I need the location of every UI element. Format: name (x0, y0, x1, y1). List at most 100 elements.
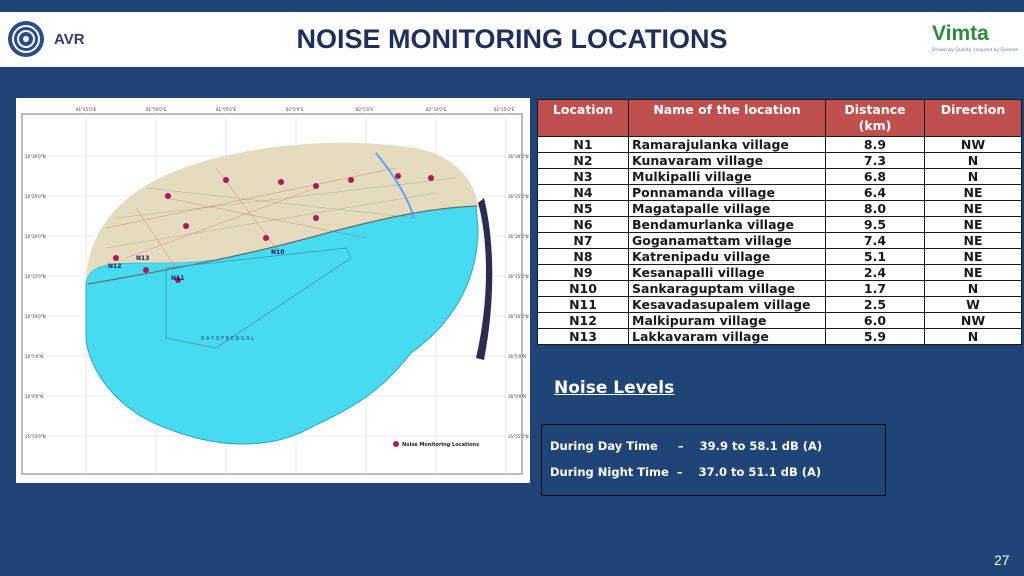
monitoring-locations-table: Location Name of the location Distance (… (537, 99, 1022, 345)
table-cell: N5 (537, 200, 629, 217)
map-side-tick: 16°15'0"N (508, 274, 529, 279)
vimta-logo-tagline: Driven by Quality, Inspired by Science (932, 48, 1019, 53)
table-cell: NE (924, 200, 1022, 217)
table-cell: Goganamattam village (628, 232, 826, 249)
map-side-tick: 16°30'0"N (508, 154, 529, 159)
table-cell: N9 (537, 264, 629, 281)
table-row: N7 Goganamattam village 7.4 NE (537, 232, 1022, 249)
table-cell: Ramarajulanka village (628, 136, 826, 153)
table-cell: W (924, 296, 1022, 313)
table-cell: Magatapalle village (628, 200, 826, 217)
map-graphic: 81°45'0"E 81°50'0"E 81°55'0"E 82°0'0"E 8… (21, 107, 529, 475)
table-row: N6 Bendamurlanka village 9.5 NE (537, 216, 1022, 233)
table-cell: 9.5 (825, 216, 925, 233)
map-side-tick: 16°0'0"N (508, 394, 526, 399)
table-cell: N11 (537, 296, 629, 313)
map-point (263, 235, 269, 241)
page-number: 27 (994, 552, 1010, 568)
table-cell: N10 (537, 280, 629, 297)
map-point-label: N10 (271, 249, 284, 256)
map-side-tick: 16°30'0"N (25, 154, 46, 159)
column-header: Name of the location (628, 99, 826, 137)
noise-levels-box: During Day Time – 39.9 to 58.1 dB (A) Du… (541, 424, 886, 496)
table-cell: N1 (537, 136, 629, 153)
table-cell: Ponnamanda village (628, 184, 826, 201)
map-point-label: N13 (136, 255, 149, 262)
column-header: Location (537, 99, 629, 137)
map-sea-label: B A Y O F B E N G A L (201, 336, 254, 342)
table-cell: 1.7 (825, 280, 925, 297)
table-cell: NE (924, 248, 1022, 265)
table-cell: 6.4 (825, 184, 925, 201)
table-cell: 6.8 (825, 168, 925, 185)
map-top-tick: 82°0'0"E (286, 107, 304, 112)
table-cell: 7.3 (825, 152, 925, 169)
table-cell: N (924, 328, 1022, 345)
map-point (313, 183, 319, 189)
table-row: N2 Kunavaram village 7.3 N (537, 152, 1022, 169)
table-cell: N7 (537, 232, 629, 249)
table-cell: Mulkipalli village (628, 168, 826, 185)
map-point (143, 267, 149, 273)
map-point (165, 193, 171, 199)
table-cell: N8 (537, 248, 629, 265)
map-top-tick: 82°5'0"E (356, 107, 374, 112)
table-cell: NE (924, 264, 1022, 281)
table-row: N10 Sankaraguptam village 1.7 N (537, 280, 1022, 297)
table-row: N8 Katrenipadu village 5.1 NE (537, 248, 1022, 265)
table-row: N4 Ponnamanda village 6.4 NE (537, 184, 1022, 201)
table-row: N13 Lakkavaram village 5.9 N (537, 328, 1022, 345)
table-cell: Malkipuram village (628, 312, 826, 329)
noise-levels-heading: Noise Levels (554, 378, 675, 398)
map-side-tick: 16°10'0"N (25, 314, 46, 319)
map-side-tick: 16°10'0"N (508, 314, 529, 319)
map-side-tick: 16°25'0"N (508, 194, 529, 199)
map-side-tick: 16°5'0"N (508, 354, 526, 359)
map-legend-label: Noise Monitoring Locations (402, 442, 479, 448)
day-time-noise: During Day Time – 39.9 to 58.1 dB (A) (550, 439, 823, 453)
table-cell: N6 (537, 216, 629, 233)
table-header-row: Location Name of the location Distance (… (537, 99, 1022, 137)
table-cell: N (924, 280, 1022, 297)
map-top-tick: 82°10'0"E (426, 107, 447, 112)
table-row: N12 Malkipuram village 6.0 NW (537, 312, 1022, 329)
table-cell: 8.9 (825, 136, 925, 153)
table-cell: NW (924, 312, 1022, 329)
table-cell: N3 (537, 168, 629, 185)
map-side-tick: 16°20'0"N (25, 234, 46, 239)
table-cell: NW (924, 136, 1022, 153)
table-cell: Kesanapalli village (628, 264, 826, 281)
map-top-tick: 81°55'0"E (216, 107, 237, 112)
table-cell: Kunavaram village (628, 152, 826, 169)
map-point (183, 223, 189, 229)
table-row: N1 Ramarajulanka village 8.9 NW (537, 136, 1022, 153)
map-side-tick: 15°55'0"N (508, 434, 529, 439)
table-cell: 7.4 (825, 232, 925, 249)
map-point (348, 177, 354, 183)
map-point (313, 215, 319, 221)
table-cell: NE (924, 216, 1022, 233)
night-time-noise: During Night Time – 37.0 to 51.1 dB (A) (550, 465, 822, 479)
table-cell: Sankaraguptam village (628, 280, 826, 297)
table-cell: 5.9 (825, 328, 925, 345)
map-point-label: N12 (108, 263, 121, 270)
study-area-map: 81°45'0"E 81°50'0"E 81°55'0"E 82°0'0"E 8… (16, 98, 530, 483)
table-cell: Kesavadasupalem village (628, 296, 826, 313)
map-top-tick: 81°50'0"E (146, 107, 167, 112)
table-cell: 8.0 (825, 200, 925, 217)
map-point (278, 179, 284, 185)
table-cell: N (924, 152, 1022, 169)
header-bar: AVR NOISE MONITORING LOCATIONS Vimta Dri… (0, 12, 1024, 67)
map-point (395, 173, 401, 179)
table-cell: NE (924, 184, 1022, 201)
table-cell: Bendamurlanka village (628, 216, 826, 233)
map-point-label: N11 (171, 275, 184, 282)
column-header: Direction (924, 99, 1022, 137)
table-row: N11 Kesavadasupalem village 2.5 W (537, 296, 1022, 313)
table-cell: 6.0 (825, 312, 925, 329)
table-cell: 5.1 (825, 248, 925, 265)
map-point (113, 255, 119, 261)
table-cell: N (924, 168, 1022, 185)
map-side-tick: 16°20'0"N (508, 234, 529, 239)
table-cell: 2.5 (825, 296, 925, 313)
